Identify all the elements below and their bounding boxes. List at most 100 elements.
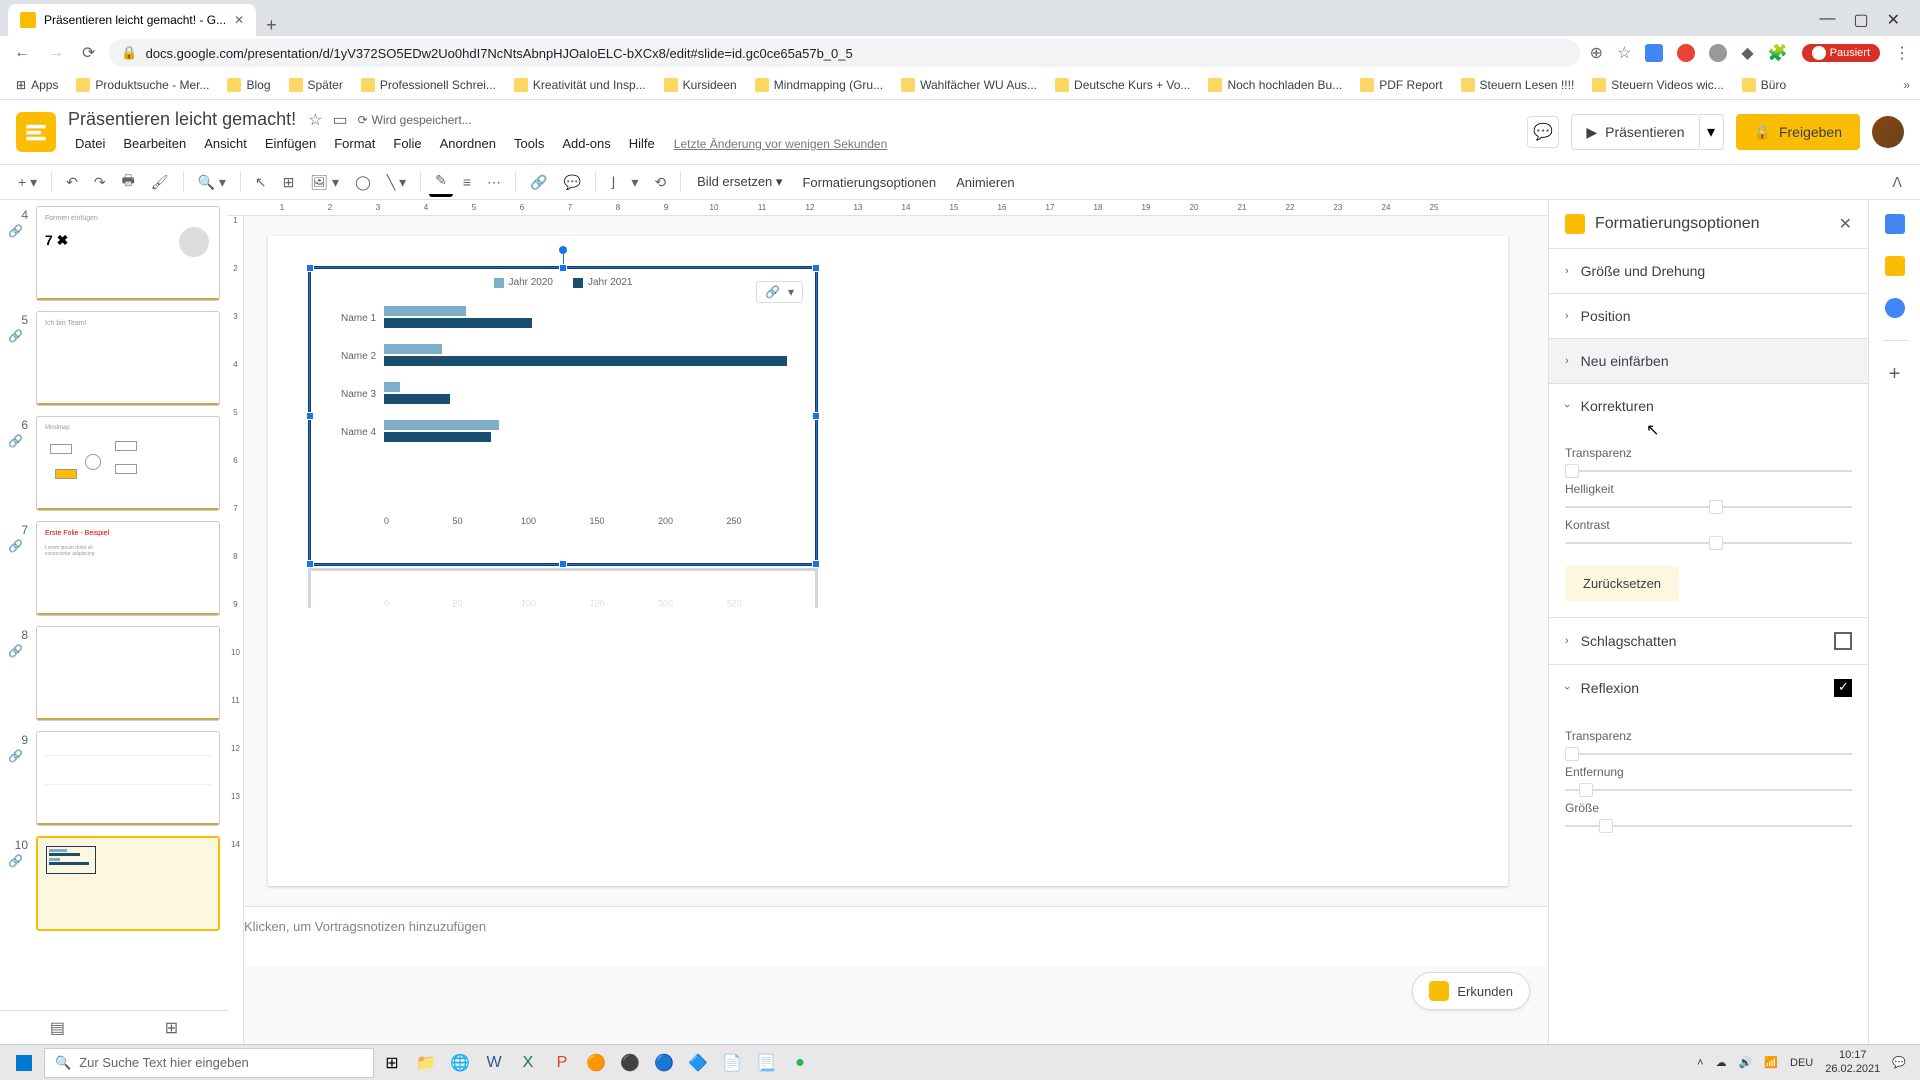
document-title[interactable]: Präsentieren leicht gemacht! xyxy=(68,109,296,130)
zoom-button[interactable]: 🔍 ▾ xyxy=(192,169,232,196)
brightness-slider[interactable] xyxy=(1565,506,1852,508)
extension-icon[interactable] xyxy=(1645,44,1663,62)
share-button[interactable]: 🔒 Freigeben xyxy=(1736,114,1860,150)
reset-image-button[interactable]: ⟲ xyxy=(648,169,672,196)
tab-close-icon[interactable]: ✕ xyxy=(234,13,244,27)
paint-format-button[interactable]: 🖌 xyxy=(145,169,175,196)
reflection-distance-slider[interactable] xyxy=(1565,789,1852,791)
mask-button[interactable]: ▾ xyxy=(625,169,644,196)
task-view-icon[interactable]: ⊞ xyxy=(376,1048,408,1078)
reload-icon[interactable]: ⟳ xyxy=(78,39,99,67)
reflection-size-slider[interactable] xyxy=(1565,825,1852,827)
slide-thumbnail[interactable] xyxy=(36,626,220,721)
new-tab-button[interactable]: + xyxy=(256,15,287,36)
forward-icon[interactable]: → xyxy=(44,40,68,66)
replace-image-button[interactable]: Bild ersetzen ▾ xyxy=(689,169,790,195)
new-slide-button[interactable]: + ▾ xyxy=(12,169,43,196)
slide-thumbnail-active[interactable] xyxy=(36,836,220,931)
menu-tools[interactable]: Tools xyxy=(507,132,551,155)
tray-chevron-icon[interactable]: ˄ xyxy=(1697,1057,1703,1069)
bookmark-item[interactable]: Professionell Schrei... xyxy=(355,75,502,95)
maximize-icon[interactable]: ▢ xyxy=(1853,10,1868,30)
add-addon-icon[interactable]: + xyxy=(1889,363,1901,386)
section-recolor[interactable]: › Neu einfärben xyxy=(1549,339,1868,383)
present-dropdown[interactable]: ▾ xyxy=(1700,114,1724,150)
obs-icon[interactable]: ⚫ xyxy=(614,1048,646,1078)
section-adjustments[interactable]: › Korrekturen xyxy=(1549,384,1868,428)
reflection-checkbox[interactable] xyxy=(1834,679,1852,697)
slide-thumbnail[interactable]: Erste Folie - BeispielLorem ipsum dolor … xyxy=(36,521,220,616)
bookmark-item[interactable]: Deutsche Kurs + Vo... xyxy=(1049,75,1196,95)
slide-thumbnail[interactable]: Ich bin Team! xyxy=(36,311,220,406)
contrast-slider[interactable] xyxy=(1565,542,1852,544)
animate-button[interactable]: Animieren xyxy=(948,170,1023,195)
menu-slide[interactable]: Folie xyxy=(386,132,428,155)
extension-icon[interactable] xyxy=(1677,44,1695,62)
transparency-slider[interactable] xyxy=(1565,470,1852,472)
app-icon[interactable]: 📄 xyxy=(716,1048,748,1078)
apps-bookmark[interactable]: ⊞Apps xyxy=(10,75,64,95)
link-button[interactable]: 🔗 xyxy=(524,169,553,196)
present-button[interactable]: ▶ Präsentieren xyxy=(1571,114,1699,150)
comments-button[interactable]: 💬 xyxy=(1527,116,1559,148)
excel-icon[interactable]: X xyxy=(512,1048,544,1078)
border-color-button[interactable]: ✎ xyxy=(429,167,453,197)
spotify-icon[interactable]: ● xyxy=(784,1048,816,1078)
bookmark-item[interactable]: Kreativität und Insp... xyxy=(508,75,652,95)
bookmark-item[interactable]: Steuern Lesen !!!! xyxy=(1455,75,1581,95)
calendar-icon[interactable] xyxy=(1885,214,1905,234)
move-icon[interactable]: ▭ xyxy=(332,110,347,130)
bookmark-item[interactable]: Büro xyxy=(1736,75,1792,95)
bookmark-item[interactable]: Später xyxy=(283,75,349,95)
app-icon[interactable]: 📃 xyxy=(750,1048,782,1078)
section-size-rotation[interactable]: › Größe und Drehung xyxy=(1549,249,1868,293)
image-tool[interactable]: 🖼 ▾ xyxy=(304,169,345,196)
menu-insert[interactable]: Einfügen xyxy=(258,132,323,155)
bookmark-item[interactable]: Noch hochladen Bu... xyxy=(1202,75,1348,95)
grid-view-icon[interactable]: ⊞ xyxy=(165,1018,178,1038)
section-position[interactable]: › Position xyxy=(1549,294,1868,338)
taskbar-search[interactable]: 🔍 Zur Suche Text hier eingeben xyxy=(44,1048,374,1078)
shape-tool[interactable]: ◯ xyxy=(349,169,377,196)
border-weight-button[interactable]: ≡ xyxy=(457,169,477,195)
comment-button[interactable]: 💬 xyxy=(557,169,586,196)
bookmark-item[interactable]: Kursideen xyxy=(658,75,743,95)
reflection-transparency-slider[interactable] xyxy=(1565,753,1852,755)
slides-logo-icon[interactable] xyxy=(16,112,56,152)
clock[interactable]: 10:17 26.02.2021 xyxy=(1825,1049,1880,1075)
slide-thumbnail[interactable] xyxy=(36,731,220,826)
start-button[interactable] xyxy=(6,1048,42,1078)
bookmark-item[interactable]: PDF Report xyxy=(1354,75,1448,95)
menu-format[interactable]: Format xyxy=(327,132,382,155)
zoom-icon[interactable]: ⊕ xyxy=(1590,43,1603,63)
volume-icon[interactable]: 🔊 xyxy=(1739,1056,1753,1069)
profile-status[interactable]: Pausiert xyxy=(1802,44,1880,62)
notifications-icon[interactable]: 💬 xyxy=(1892,1056,1906,1069)
bookmark-item[interactable]: Blog xyxy=(221,75,276,95)
star-icon[interactable]: ☆ xyxy=(308,110,322,130)
bookmark-item[interactable]: Steuern Videos wic... xyxy=(1586,75,1730,95)
close-window-icon[interactable]: ✕ xyxy=(1887,10,1900,30)
speaker-notes[interactable]: Klicken, um Vortragsnotizen hinzuzufügen xyxy=(228,906,1548,966)
language-indicator[interactable]: DEU xyxy=(1790,1057,1813,1069)
section-drop-shadow[interactable]: › Schlagschatten xyxy=(1549,618,1868,664)
reset-button[interactable]: Zurücksetzen xyxy=(1565,566,1679,601)
browser-menu-icon[interactable]: ⋮ xyxy=(1894,43,1910,63)
slide-thumbnail[interactable]: Mindmap xyxy=(36,416,220,511)
extensions-menu-icon[interactable]: 🧩 xyxy=(1768,43,1788,63)
bookmark-item[interactable]: Produktsuche - Mer... xyxy=(70,75,215,95)
keep-icon[interactable] xyxy=(1885,256,1905,276)
app-icon[interactable]: 🟠 xyxy=(580,1048,612,1078)
minimize-icon[interactable]: ― xyxy=(1819,10,1835,30)
explorer-icon[interactable]: 📁 xyxy=(410,1048,442,1078)
crop-button[interactable]: ⌋ xyxy=(604,169,621,196)
undo-button[interactable]: ↶ xyxy=(60,169,84,196)
user-avatar[interactable] xyxy=(1872,116,1904,148)
star-icon[interactable]: ☆ xyxy=(1617,43,1631,63)
print-button[interactable]: 🖶 xyxy=(116,165,141,199)
onedrive-icon[interactable]: ☁ xyxy=(1716,1056,1727,1069)
word-icon[interactable]: W xyxy=(478,1048,510,1078)
menu-edit[interactable]: Bearbeiten xyxy=(116,132,193,155)
format-options-button[interactable]: Formatierungsoptionen xyxy=(794,170,944,195)
border-dash-button[interactable]: ⋯ xyxy=(481,169,507,196)
